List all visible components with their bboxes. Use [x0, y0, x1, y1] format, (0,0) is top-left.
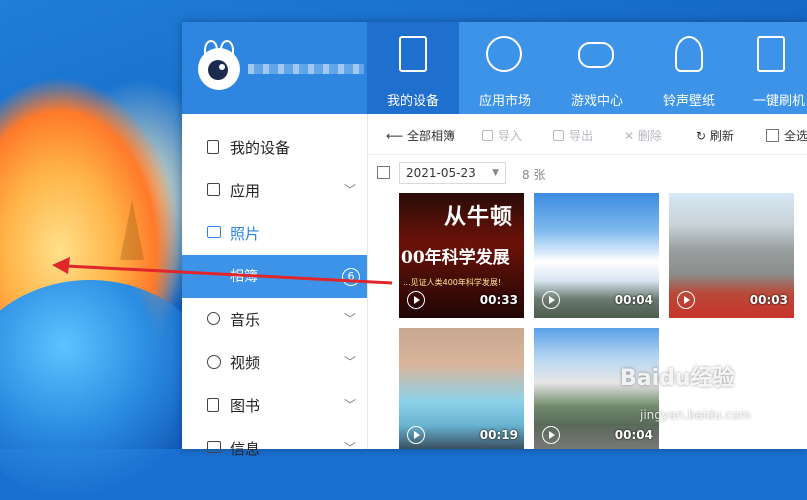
play-icon [407, 291, 425, 309]
video-duration: 00:04 [614, 293, 653, 307]
apps-grid-icon [486, 36, 522, 72]
thumb-subtitle-text: 00年科学发展 [401, 248, 510, 268]
video-thumbnail[interactable]: 00:19 [399, 328, 524, 449]
flash-phone-icon [757, 36, 785, 72]
arrow-left-icon: ⟵ [386, 129, 408, 143]
tab-label: 应用市场 [478, 94, 531, 109]
top-navigation-bar: 我的设备 应用市场 游戏中心 铃声壁纸 一键刷机 [182, 22, 807, 114]
sidebar-item-label: 图书 [230, 397, 261, 415]
tab-one-click-flash[interactable]: 一键刷机 [735, 22, 807, 114]
video-duration: 00:19 [479, 428, 518, 442]
back-label: 全部相簿 [407, 129, 456, 143]
tab-label: 铃声壁纸 [662, 94, 715, 109]
tab-my-device[interactable]: 我的设备 [367, 22, 459, 114]
sidebar-item-label: 我的设备 [230, 139, 291, 157]
tab-app-market[interactable]: 应用市场 [459, 22, 551, 114]
gamepad-icon [578, 42, 614, 68]
logo-ear-left [204, 40, 218, 60]
delete-label: 删除 [637, 129, 662, 143]
video-thumbnail[interactable]: 00:04 [534, 193, 659, 318]
select-all-label: 全选 [784, 129, 807, 143]
chevron-down-icon: ▼ [492, 168, 499, 178]
refresh-label: 刷新 [709, 129, 734, 143]
video-thumbnail[interactable]: 00:03 [669, 193, 794, 318]
checkbox-box [766, 129, 779, 142]
play-icon [542, 291, 560, 309]
chevron-down-icon: ﹀ [344, 183, 357, 197]
sidebar-item-music[interactable]: 音乐 ﹀ [182, 298, 367, 341]
tab-game-center[interactable]: 游戏中心 [551, 22, 643, 114]
chevron-down-icon: ﹀ [344, 398, 357, 412]
import-label: 导入 [498, 129, 523, 143]
tablet-icon [399, 36, 427, 72]
tab-label: 我的设备 [386, 94, 439, 109]
sidebar-item-label: 音乐 [230, 311, 261, 329]
chevron-down-icon: ﹀ [344, 355, 357, 369]
grid-icon [207, 183, 220, 196]
brand-area [182, 22, 367, 114]
play-icon [407, 426, 425, 444]
baidu-watermark: Baidu经验 [620, 366, 735, 391]
date-group-checkbox[interactable] [377, 166, 390, 179]
close-icon: ✕ [624, 129, 638, 143]
book-icon [207, 398, 219, 412]
date-filter-bar: 2021-05-23 ▼ 8 张 [368, 155, 807, 191]
video-duration: 00:03 [749, 293, 788, 307]
wallpaper-tree [120, 200, 144, 260]
tab-label: 游戏中心 [570, 94, 623, 109]
photo-toolbar: ⟵ 全部相簿 导入 导出 ✕ 删除 ↻ 刷新 全选 [368, 114, 807, 155]
sidebar-item-videos[interactable]: 视频 ﹀ [182, 341, 367, 384]
album-count-badge: 6 [342, 268, 360, 286]
photo-count: 8 张 [522, 168, 546, 182]
logo-eye [208, 60, 228, 80]
date-value: 2021-05-23 [406, 166, 476, 180]
image-icon [207, 226, 221, 238]
phone-icon [207, 140, 219, 154]
import-icon [482, 130, 493, 141]
import-button[interactable]: 导入 [482, 127, 522, 144]
play-icon [207, 355, 221, 369]
thumb-title-text: 从牛顿 [444, 204, 514, 230]
export-icon [553, 130, 564, 141]
refresh-icon: ↻ [696, 129, 710, 143]
sidebar-item-my-device[interactable]: 我的设备 [182, 126, 367, 169]
sidebar-item-books[interactable]: 图书 ﹀ [182, 384, 367, 427]
refresh-button[interactable]: ↻ 刷新 [696, 127, 734, 144]
thumb-caption-text: ...见证人类400年科学发展! [403, 278, 502, 287]
sidebar: 我的设备 应用 ﹀ 照片 相簿 6 音乐 ﹀ 视频 ﹀ 图书 ﹀ 信息 ﹀ [182, 114, 368, 458]
bell-icon [675, 36, 703, 72]
back-all-albums-button[interactable]: ⟵ 全部相簿 [386, 127, 455, 144]
sidebar-item-label: 照片 [230, 225, 261, 243]
video-duration: 00:04 [614, 428, 653, 442]
baidu-watermark-url: jingyan.baidu.com [640, 408, 751, 422]
sidebar-item-label: 应用 [230, 182, 261, 200]
video-duration: 00:33 [479, 293, 518, 307]
sidebar-item-photos[interactable]: 照片 [182, 212, 367, 255]
chevron-down-icon: ﹀ [344, 312, 357, 326]
video-thumbnail[interactable]: 从牛顿 00年科学发展 ...见证人类400年科学发展! 00:33 [399, 193, 524, 318]
sidebar-item-label: 相簿 [230, 269, 258, 285]
date-select[interactable]: 2021-05-23 ▼ [399, 162, 506, 184]
message-icon [207, 441, 221, 453]
sidebar-item-label: 视频 [230, 354, 261, 372]
play-icon [542, 426, 560, 444]
sidebar-item-apps[interactable]: 应用 ﹀ [182, 169, 367, 212]
app-logo-icon [198, 40, 240, 90]
select-all-checkbox[interactable]: 全选 [766, 127, 807, 144]
tab-ringtones-wallpapers[interactable]: 铃声壁纸 [643, 22, 735, 114]
delete-button[interactable]: ✕ 删除 [624, 127, 662, 144]
play-icon [677, 291, 695, 309]
blurred-device-name [248, 64, 364, 74]
export-button[interactable]: 导出 [553, 127, 593, 144]
chevron-down-icon: ﹀ [344, 441, 357, 455]
sidebar-item-albums[interactable]: 相簿 6 [182, 255, 367, 298]
logo-ear-right [220, 40, 234, 60]
music-icon [207, 312, 220, 325]
export-label: 导出 [569, 129, 594, 143]
tab-label: 一键刷机 [753, 94, 806, 109]
